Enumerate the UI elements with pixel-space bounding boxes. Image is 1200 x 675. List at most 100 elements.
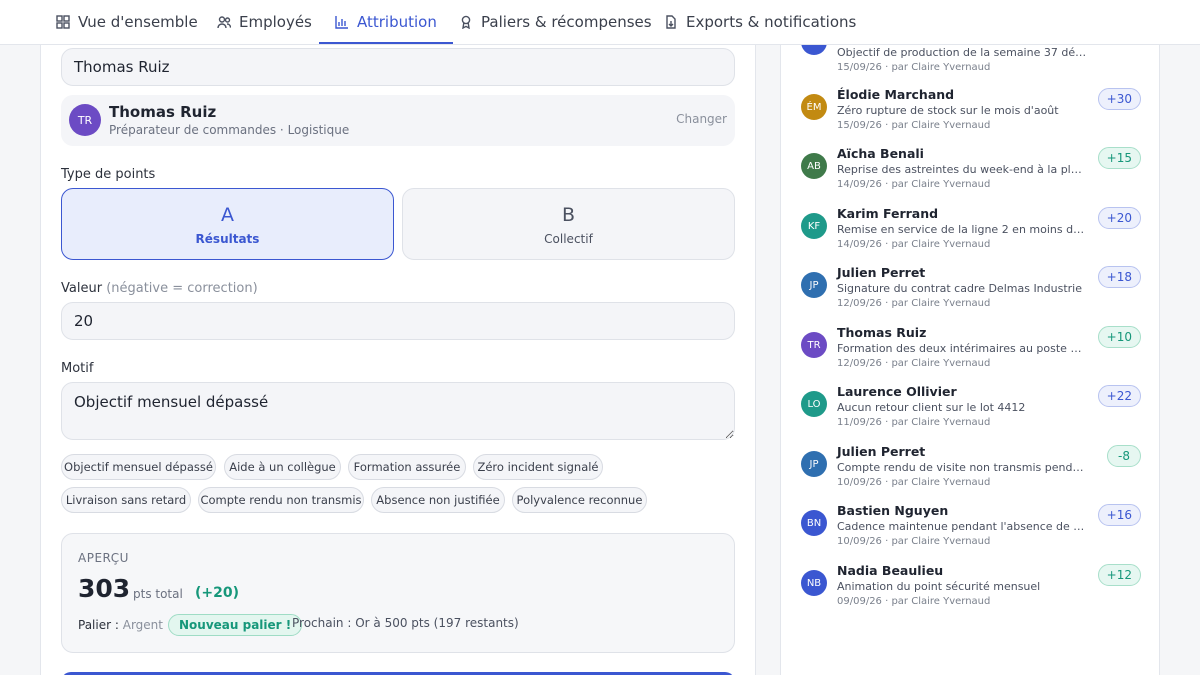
- history-entry: AB Aïcha Benali Reprise des astreintes d…: [801, 146, 1141, 204]
- option-label: Collectif: [544, 232, 593, 246]
- points-type-b-option[interactable]: B Collectif: [402, 188, 735, 260]
- history-entry-name: Thomas Ruiz: [837, 325, 927, 340]
- avatar: KF: [801, 213, 827, 239]
- history-entry: KF Karim Ferrand Remise en service de la…: [801, 206, 1141, 264]
- history-entry-meta: 10/09/26 · par Claire Yvernaud: [837, 536, 991, 547]
- tier-value: Argent: [122, 618, 163, 632]
- history-entry-name: Bastien Nguyen: [837, 503, 949, 518]
- tab-label: Paliers & récompenses: [481, 13, 652, 31]
- option-letter: A: [221, 204, 234, 226]
- history-entry-description: Formation des deux intérimaires au poste…: [837, 342, 1087, 355]
- history-entry: BN Bastien Nguyen Cadence maintenue pend…: [801, 503, 1141, 561]
- history-entry-meta: 11/09/26 · par Claire Yvernaud: [837, 417, 991, 428]
- reason-chip[interactable]: Aide à un collègue: [224, 454, 341, 480]
- reason-chip[interactable]: Livraison sans retard: [61, 487, 191, 513]
- award-icon: [459, 15, 473, 30]
- history-entry-description: Animation du point sécurité mensuel: [837, 580, 1041, 593]
- history-entry-description: Aucun retour client sur le lot 4412: [837, 401, 1026, 414]
- option-letter: B: [561, 204, 576, 226]
- points-badge: +18: [1097, 266, 1141, 288]
- avatar: JP: [801, 272, 827, 298]
- new-tier-badge: Nouveau palier !: [168, 614, 303, 636]
- history-entry: LO Laurence Ollivier Aucun retour client…: [801, 384, 1141, 442]
- reason-chip[interactable]: Formation assurée: [348, 454, 466, 480]
- history-entry-meta: 12/09/26 · par Claire Yvernaud: [837, 358, 991, 369]
- avatar: AB: [801, 153, 827, 179]
- change-employee-button[interactable]: Changer: [676, 112, 727, 126]
- history-entry: JP Julien Perret Signature du contrat ca…: [801, 265, 1141, 323]
- preview-tier: Palier : Argent: [78, 618, 163, 632]
- tab-tiers-rewards[interactable]: Paliers & récompenses: [459, 0, 652, 44]
- value-label: Valeur (négative = correction): [61, 281, 258, 296]
- avatar: LO: [801, 391, 827, 417]
- history-entry: ÉM Élodie Marchand Zéro rupture de stock…: [801, 87, 1141, 145]
- tab-attribution[interactable]: Attribution: [319, 0, 453, 44]
- avatar: BN: [801, 510, 827, 536]
- history-entry-name: Karim Ferrand: [837, 206, 939, 221]
- history-entry-meta: 12/09/26 · par Claire Yvernaud: [837, 298, 991, 309]
- tab-label: Exports & notifications: [686, 13, 857, 31]
- tab-exports-notifications[interactable]: Exports & notifications: [664, 0, 856, 44]
- tab-overview[interactable]: Vue d'ensemble: [56, 0, 198, 44]
- option-label: Résultats: [195, 232, 260, 246]
- avatar: TR: [69, 104, 101, 136]
- users-icon: [217, 15, 232, 29]
- avatar: ÉM: [801, 94, 827, 120]
- preview-caption: APERÇU: [78, 551, 129, 565]
- reason-textarea[interactable]: Objectif mensuel dépassé: [61, 382, 735, 440]
- history-entry-meta: 14/09/26 · par Claire Yvernaud: [837, 239, 991, 250]
- value-input[interactable]: 20: [61, 302, 735, 340]
- history-entry-meta: 10/09/26 · par Claire Yvernaud: [837, 477, 991, 488]
- top-nav: Vue d'ensemble Employés Attribution Pali…: [0, 0, 1200, 45]
- selected-employee-role: Préparateur de commandes · Logistique: [109, 123, 350, 137]
- history-entry-description: Remise en service de la ligne 2 en moins…: [837, 223, 1087, 236]
- points-type-label: Type de points: [61, 167, 156, 182]
- points-type-a-option[interactable]: A Résultats: [61, 188, 394, 260]
- preview-total: 303: [78, 574, 131, 603]
- history-entry-description: Compte rendu de visite non transmis pend…: [837, 461, 1087, 474]
- history-entry-description: Zéro rupture de stock sur le mois d'août: [837, 104, 1059, 117]
- reason-label: Motif: [61, 361, 94, 376]
- history-entry-name: Nadia Beaulieu: [837, 563, 944, 578]
- reason-chip[interactable]: Zéro incident signalé: [473, 454, 603, 480]
- history-entry-name: Aïcha Benali: [837, 146, 924, 161]
- selected-employee-card: TR Thomas Ruiz Préparateur de commandes …: [61, 95, 735, 146]
- avatar: NB: [801, 570, 827, 596]
- reason-chip[interactable]: Compte rendu non transmis: [198, 487, 364, 513]
- avatar: TR: [801, 332, 827, 358]
- reason-chip[interactable]: Objectif mensuel dépassé: [61, 454, 216, 480]
- file-export-icon: [664, 15, 678, 29]
- points-badge: +12: [1097, 564, 1141, 586]
- grid-icon: [56, 15, 70, 29]
- history-entry: NB Nadia Beaulieu Animation du point séc…: [801, 563, 1141, 621]
- tab-label: Vue d'ensemble: [78, 13, 198, 31]
- points-badge: +30: [1097, 88, 1141, 110]
- points-badge: -8: [1107, 445, 1141, 467]
- preview-panel: APERÇU 303 pts total (+20) Palier : Arge…: [61, 533, 735, 653]
- points-badge: +10: [1097, 326, 1141, 348]
- history-entry-meta: 15/09/26 · par Claire Yvernaud: [837, 62, 991, 73]
- tab-employees[interactable]: Employés: [217, 0, 312, 44]
- preview-delta: (+20): [195, 585, 240, 601]
- history-entry-name: Laurence Ollivier: [837, 384, 957, 399]
- history-entry-name: Julien Perret: [837, 444, 926, 459]
- employee-search-input[interactable]: Thomas Ruiz: [61, 48, 735, 86]
- reason-chip[interactable]: Absence non justifiée: [371, 487, 505, 513]
- history-panel: Objectif de production de la semaine 37 …: [780, 20, 1160, 675]
- reason-chip[interactable]: Polyvalence reconnue: [512, 487, 647, 513]
- history-entry-description: Cadence maintenue pendant l'absence de l…: [837, 520, 1087, 533]
- value-hint: (négative = correction): [106, 281, 258, 296]
- points-badge: +20: [1097, 207, 1141, 229]
- history-entry-meta: 09/09/26 · par Claire Yvernaud: [837, 596, 991, 607]
- history-entry-meta: 14/09/26 · par Claire Yvernaud: [837, 179, 991, 190]
- tab-label: Attribution: [357, 13, 437, 31]
- avatar: JP: [801, 451, 827, 477]
- history-entry-name: Élodie Marchand: [837, 87, 955, 102]
- history-entry-name: Julien Perret: [837, 265, 926, 280]
- next-tier-info: Prochain : Or à 500 pts (197 restants): [292, 616, 519, 630]
- selected-employee-name: Thomas Ruiz: [109, 103, 217, 121]
- history-entry-description: Signature du contrat cadre Delmas Indust…: [837, 282, 1083, 295]
- points-badge: +15: [1097, 147, 1141, 169]
- bar-chart-icon: [335, 15, 349, 29]
- tab-label: Employés: [239, 13, 312, 31]
